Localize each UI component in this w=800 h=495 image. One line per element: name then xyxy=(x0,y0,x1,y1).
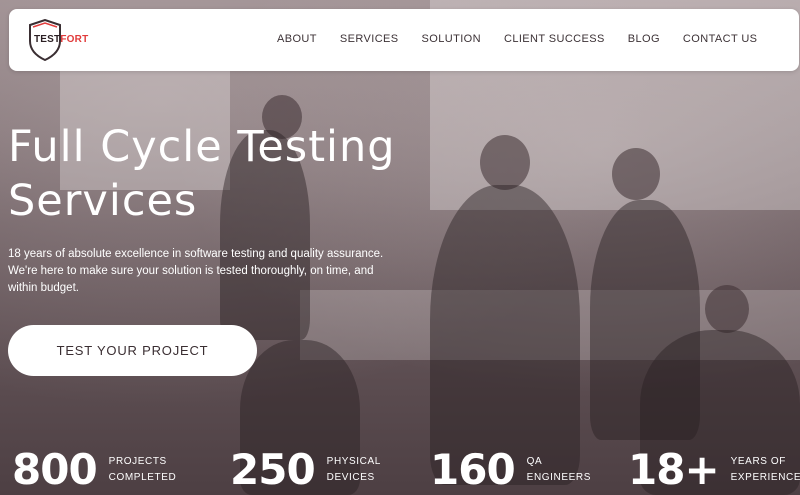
main-nav: ABOUT SERVICES SOLUTION CLIENT SUCCESS B… xyxy=(277,33,780,45)
hero-subtitle: 18 years of absolute excellence in softw… xyxy=(8,246,448,297)
test-your-project-button[interactable]: TEST YOUR PROJECT xyxy=(8,325,257,376)
nav-item-services[interactable]: SERVICES xyxy=(340,33,399,45)
logo-wordmark: TESTFORT xyxy=(34,34,88,45)
nav-item-blog[interactable]: BLOG xyxy=(628,33,660,45)
stat-label: PHYSICAL DEVICES xyxy=(327,454,381,486)
stat-label-line1: PROJECTS xyxy=(108,456,167,467)
stat-projects: 800 PROJECTS COMPLETED xyxy=(12,446,176,495)
stat-engineers: 160 QA ENGINEERS xyxy=(430,446,591,495)
stat-value: 800 xyxy=(12,445,98,494)
nav-item-solution[interactable]: SOLUTION xyxy=(422,33,481,45)
hero-title: Full Cycle Testing Services xyxy=(8,120,478,228)
stat-label-line2: EXPERIENCE xyxy=(730,472,800,483)
testfort-logo[interactable]: TESTFORT xyxy=(27,19,97,61)
logo-text-accent: FORT xyxy=(60,34,89,45)
stat-value: 160 xyxy=(430,445,516,494)
stat-label: YEARS OF EXPERIENCE xyxy=(731,454,800,486)
nav-item-about[interactable]: ABOUT xyxy=(277,33,317,45)
stat-value: 18+ xyxy=(628,445,720,494)
logo-text-main: TEST xyxy=(34,34,61,45)
stat-label-line2: COMPLETED xyxy=(108,472,177,483)
stat-label: PROJECTS COMPLETED xyxy=(109,454,177,486)
hero-subtitle-line1: 18 years of absolute excellence in softw… xyxy=(8,248,384,260)
top-navbar: TESTFORT ABOUT SERVICES SOLUTION CLIENT … xyxy=(9,9,799,71)
stat-devices: 250 PHYSICAL DEVICES xyxy=(230,446,381,495)
nav-item-client-success[interactable]: CLIENT SUCCESS xyxy=(504,33,605,45)
nav-item-contact-us[interactable]: CONTACT US xyxy=(683,33,758,45)
stat-label-line2: ENGINEERS xyxy=(526,472,591,483)
stat-label-line1: QA xyxy=(526,456,543,467)
hero-subtitle-line2: We're here to make sure your solution is… xyxy=(8,265,374,277)
hero-title-line1: Full Cycle Testing xyxy=(8,122,396,172)
stat-experience: 18+ YEARS OF EXPERIENCE xyxy=(628,446,800,495)
stat-label-line1: PHYSICAL xyxy=(326,456,381,467)
stat-label: QA ENGINEERS xyxy=(527,454,591,486)
stat-value: 250 xyxy=(230,445,316,494)
hero-subtitle-line3: within budget. xyxy=(8,282,79,294)
stat-label-line2: DEVICES xyxy=(326,472,375,483)
stat-label-line1: YEARS OF xyxy=(730,456,787,467)
hero-title-line2: Services xyxy=(8,176,198,226)
